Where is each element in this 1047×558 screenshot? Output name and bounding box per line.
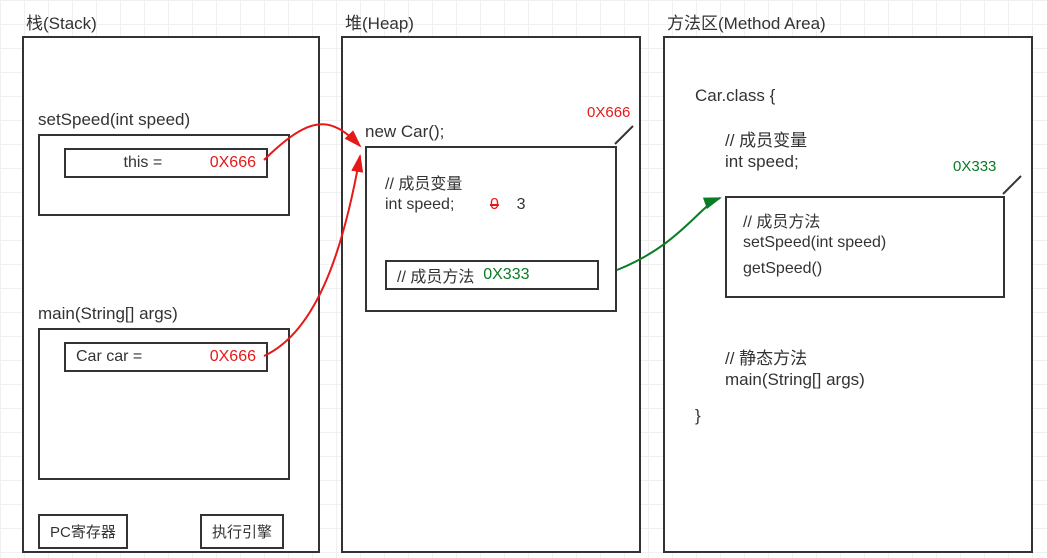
heap-method-ptr: 0X333 <box>483 266 529 284</box>
heap-method-box: // 成员方法 0X333 <box>385 260 599 290</box>
frame2-box: Car car = 0X666 <box>38 328 290 480</box>
heap-obj-addr: 0X666 <box>587 104 630 121</box>
ma-field-comment: // 成员变量 <box>725 126 807 151</box>
heap-title: 堆(Heap) <box>345 9 414 34</box>
ma-static-comment: // 静态方法 <box>725 344 807 369</box>
frame1-var: this = 0X666 <box>64 148 268 178</box>
frame2-var-value: 0X666 <box>210 348 256 366</box>
pc-register: PC寄存器 <box>38 514 128 549</box>
ma-method-box: // 成员方法 setSpeed(int speed) getSpeed() <box>725 196 1005 298</box>
frame1-title: setSpeed(int speed) <box>38 110 190 130</box>
ma-region: Car.class { // 成员变量 int speed; 0X333 // … <box>663 36 1033 553</box>
ma-static-method: main(String[] args) <box>725 370 865 390</box>
frame2-var: Car car = 0X666 <box>64 342 268 372</box>
ma-method-comment: // 成员方法 <box>743 208 820 232</box>
heap-field-decl: int speed; 0 3 <box>385 196 526 214</box>
heap-field-comment: // 成员变量 <box>385 170 462 194</box>
ma-method-addr: 0X333 <box>953 158 996 175</box>
ma-method1: setSpeed(int speed) <box>743 234 886 252</box>
heap-field-old: 0 <box>490 196 499 213</box>
heap-region: new Car(); 0X666 // 成员变量 int speed; 0 3 … <box>341 36 641 553</box>
heap-obj-box: // 成员变量 int speed; 0 3 // 成员方法 0X333 <box>365 146 617 312</box>
ma-class-open: Car.class { <box>695 86 775 106</box>
ma-method2: getSpeed() <box>743 260 822 278</box>
frame1-box: this = 0X666 <box>38 134 290 216</box>
frame1-var-label: this = <box>76 154 210 172</box>
heap-method-comment: // 成员方法 <box>397 263 474 287</box>
ma-title: 方法区(Method Area) <box>667 9 826 34</box>
frame1-var-value: 0X666 <box>210 154 256 172</box>
ma-class-close: } <box>695 406 701 426</box>
frame2-title: main(String[] args) <box>38 304 178 324</box>
stack-region: setSpeed(int speed) this = 0X666 main(St… <box>22 36 320 553</box>
frame2-var-label: Car car = <box>76 348 210 366</box>
heap-obj-header: new Car(); <box>365 122 444 142</box>
heap-field-new: 3 <box>517 196 526 213</box>
stack-title: 栈(Stack) <box>26 9 97 34</box>
ma-field-decl: int speed; <box>725 152 799 172</box>
exec-engine: 执行引擎 <box>200 514 284 549</box>
